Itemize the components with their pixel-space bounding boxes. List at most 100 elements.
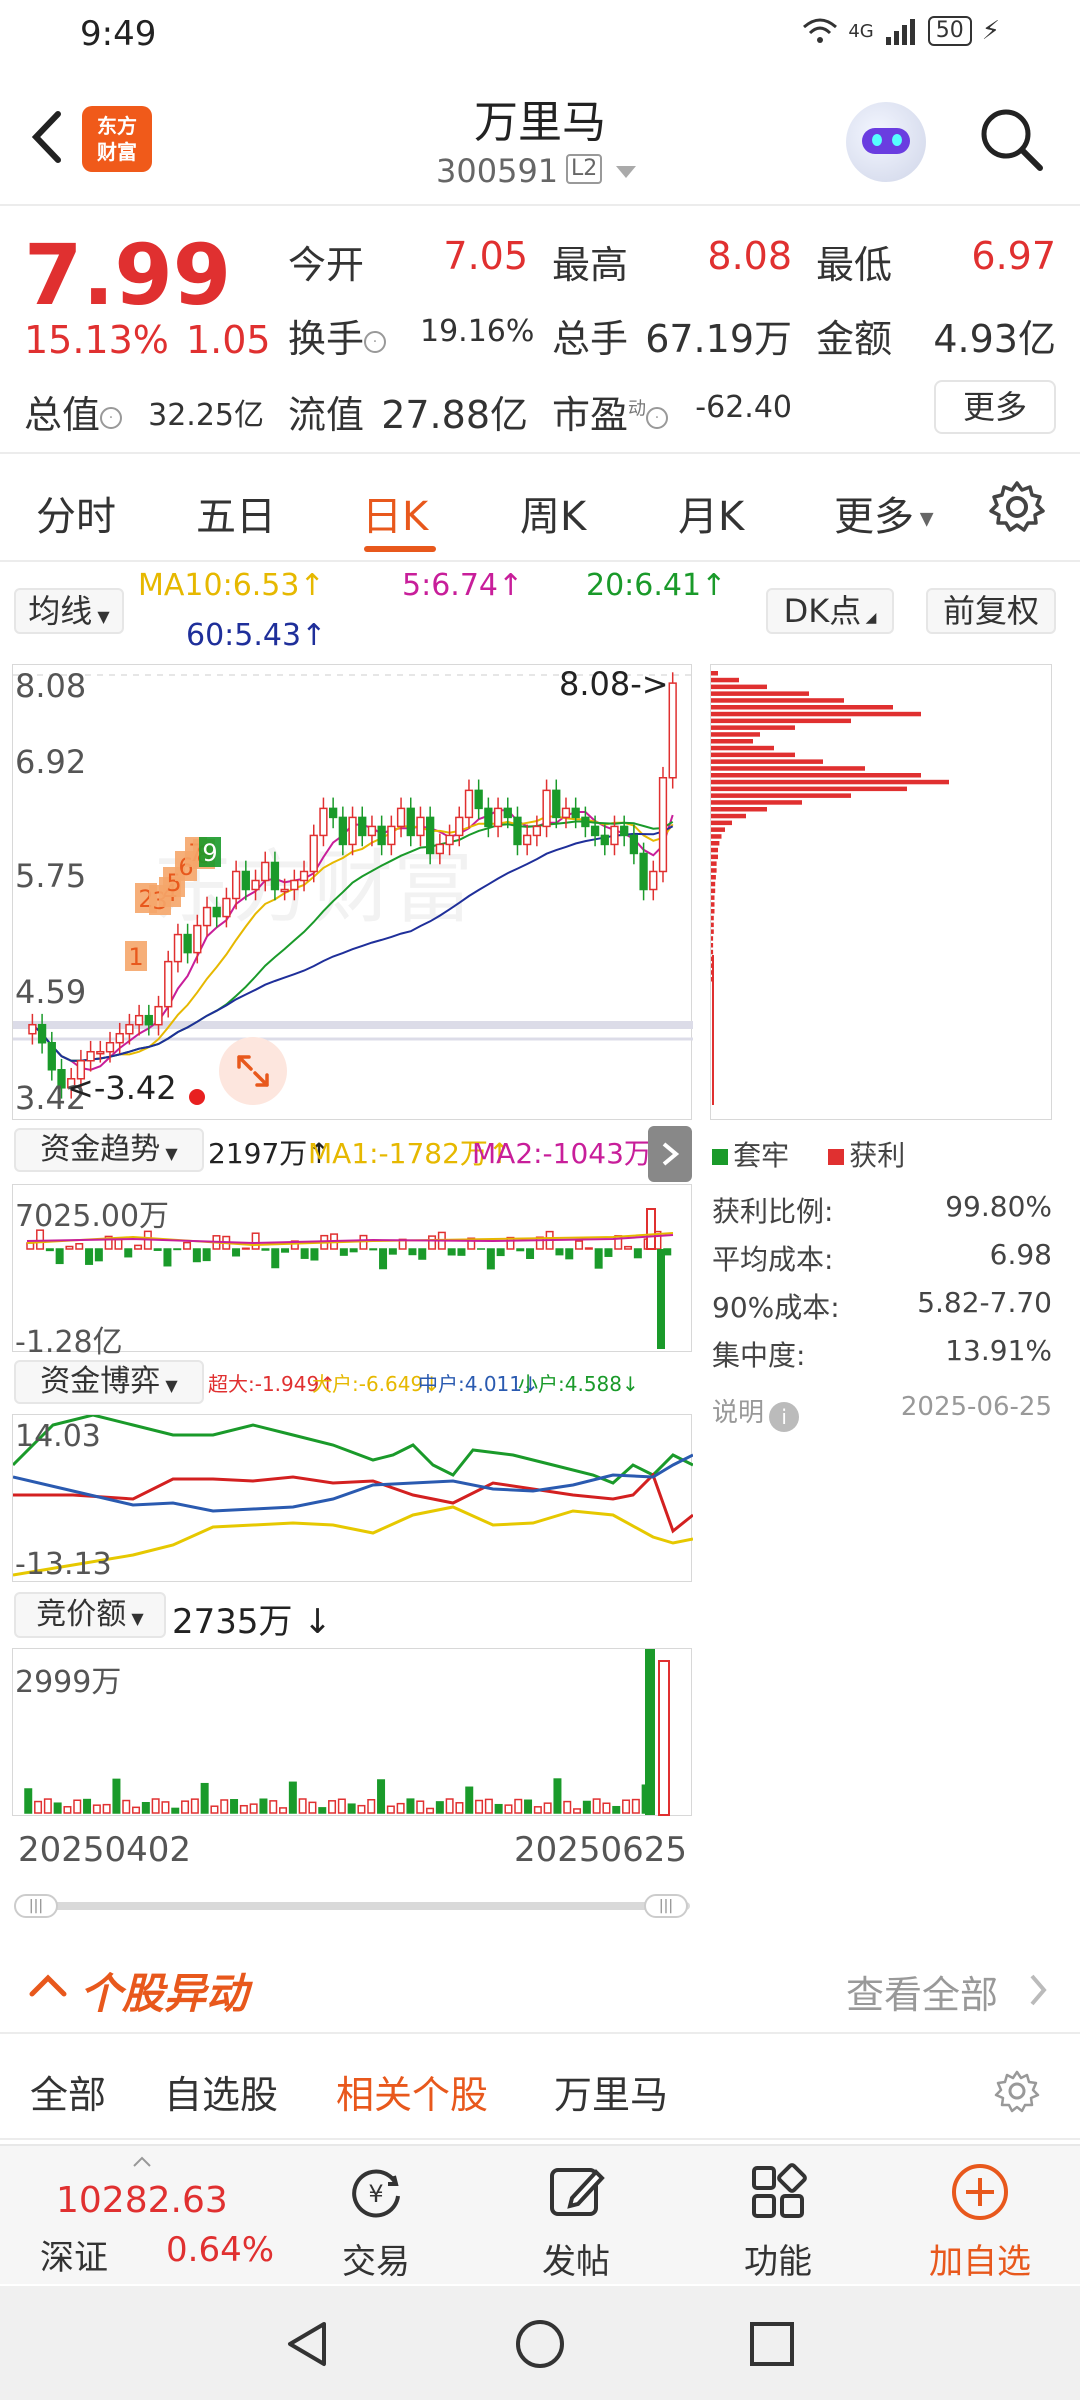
fund-trend-bar	[486, 1248, 495, 1270]
tab-daily-k[interactable]: 日K	[362, 484, 428, 542]
view-all-link[interactable]: 查看全部	[846, 1964, 998, 2019]
fund-trend-bar	[408, 1248, 417, 1256]
candle-body	[377, 825, 386, 846]
subtab-watchlist[interactable]: 自选股	[164, 2064, 278, 2119]
kline-chart[interactable]: 东方财富 123456789 8.08 6.92 5.75 4.59 3.42 …	[12, 664, 693, 1120]
auction-bar	[622, 1799, 631, 1814]
functions-button[interactable]: 功能	[708, 2160, 848, 2283]
nav-back-icon[interactable]	[280, 2316, 336, 2372]
fund-trend-bar	[418, 1248, 427, 1260]
auction-bar	[645, 1649, 655, 1815]
candle-body	[455, 816, 464, 837]
subtab-all[interactable]: 全部	[30, 2064, 106, 2119]
level2-badge[interactable]: L2	[566, 154, 603, 184]
chevron-up-icon[interactable]	[26, 1970, 70, 2000]
nav-recents-icon[interactable]	[744, 2316, 800, 2372]
auction-chart[interactable]: 2999万	[12, 1648, 692, 1816]
ma60-value: 60:5.43↑	[186, 618, 327, 653]
tab-five-day[interactable]: 五日	[196, 484, 276, 542]
chip-bar	[711, 732, 760, 737]
tab-monthly-k[interactable]: 月K	[678, 484, 744, 542]
chart-range-scrollbar[interactable]: ||| |||	[14, 1894, 690, 1918]
auction-selector[interactable]: 竞价额 ▼	[14, 1592, 166, 1638]
auction-bar	[514, 1798, 523, 1814]
price-adjust-button[interactable]: 前复权	[926, 588, 1056, 634]
tab-intraday[interactable]: 分时	[36, 484, 116, 542]
subtab-related[interactable]: 相关个股	[336, 2064, 488, 2119]
fund-trend-selector[interactable]: 资金趋势 ▼	[14, 1128, 204, 1172]
candle-body	[396, 807, 406, 828]
chevron-down-icon[interactable]	[616, 166, 636, 178]
chip-bar	[711, 888, 716, 894]
candle-body	[270, 861, 280, 891]
chip-bar	[711, 807, 767, 812]
robot-assistant-icon[interactable]	[846, 102, 926, 182]
add-watchlist-button[interactable]: 加自选	[910, 2160, 1050, 2283]
tab-more[interactable]: 更多 ▼	[834, 484, 934, 542]
chip-bar	[711, 671, 718, 676]
index-value: 10282.63	[56, 2180, 228, 2221]
candle-body	[261, 861, 270, 882]
search-icon[interactable]	[976, 104, 1046, 174]
candle-body	[319, 807, 328, 837]
auction-bar	[318, 1807, 327, 1814]
subtab-stock[interactable]: 万里马	[554, 2064, 668, 2119]
auction-bar	[92, 1804, 101, 1814]
pe-label: 市盈动 ·	[552, 384, 669, 439]
low-point-dot	[189, 1089, 205, 1105]
auction-bar	[24, 1788, 33, 1814]
low-value: 6.97	[971, 234, 1056, 278]
candle-body	[231, 870, 241, 900]
fund-game-selector[interactable]: 资金博弈 ▼	[14, 1360, 204, 1404]
scroll-handle-right[interactable]: |||	[644, 1894, 688, 1918]
fund-trend-chart[interactable]: 7025.00万 -1.28亿	[12, 1184, 692, 1360]
auction-bar	[259, 1798, 268, 1814]
fullscreen-expand-icon[interactable]	[219, 1037, 287, 1105]
chip-stats: 获利比例: 99.80% 平均成本: 6.98 90%成本: 5.82-7.70…	[712, 1190, 1052, 1410]
candle-body	[105, 1041, 115, 1053]
post-button[interactable]: 发帖	[506, 2160, 646, 2283]
fund-game-chart[interactable]: 14.03 -13.13	[11, 1413, 694, 1582]
nav-home-icon[interactable]	[512, 2316, 568, 2372]
auction-value: 2735万 ↓	[172, 1602, 332, 1642]
info-icon[interactable]: ·	[364, 330, 387, 353]
scroll-handle-left[interactable]: |||	[14, 1894, 58, 1918]
settings-gear-icon[interactable]	[994, 2068, 1040, 2114]
chip-bar	[711, 834, 722, 839]
candle-body	[426, 816, 435, 855]
candle-body	[435, 843, 445, 855]
stock-code: 300591	[436, 152, 559, 190]
info-icon[interactable]: i	[769, 1401, 800, 1432]
chip-bar	[711, 691, 809, 696]
chip-distribution-chart[interactable]	[710, 664, 1052, 1120]
tab-weekly-k[interactable]: 周K	[520, 484, 586, 542]
candle-body	[629, 834, 639, 855]
settings-gear-icon[interactable]	[988, 478, 1046, 536]
fund-trend-bar	[153, 1248, 162, 1251]
auction-bar	[357, 1804, 366, 1814]
expand-right-icon[interactable]	[648, 1126, 692, 1182]
candle-body	[552, 789, 561, 819]
note-label[interactable]: 说明	[712, 1398, 764, 1428]
auction-header: 竞价额 ▼ 2735万 ↓	[12, 1590, 692, 1644]
chip-bar	[711, 847, 718, 853]
info-icon[interactable]: ·	[646, 406, 669, 429]
index-ticker[interactable]: 10282.63 深证 0.64%	[20, 2156, 280, 2278]
auction-bar	[543, 1802, 552, 1814]
auction-bar	[475, 1799, 484, 1814]
dk-point-button[interactable]: DK点 ◢	[766, 588, 894, 634]
trade-button[interactable]: ¥ 交易	[306, 2160, 446, 2283]
auction-bar	[102, 1803, 111, 1814]
auction-bar	[181, 1800, 190, 1814]
fund-trend-bar	[624, 1245, 633, 1250]
candle-body	[406, 807, 415, 837]
info-icon[interactable]: ·	[100, 406, 123, 429]
candle-body	[503, 807, 512, 819]
ma-selector[interactable]: 均线 ▼	[14, 588, 124, 634]
more-quote-button[interactable]: 更多	[934, 380, 1056, 434]
candle-body	[183, 933, 192, 954]
anomaly-filter-tabs: 全部 自选股 相关个股 万里马	[0, 2036, 1080, 2140]
chevron-right-icon[interactable]	[1026, 1972, 1050, 2008]
auction-bar	[347, 1803, 356, 1814]
grid-apps-icon	[752, 2163, 807, 2218]
